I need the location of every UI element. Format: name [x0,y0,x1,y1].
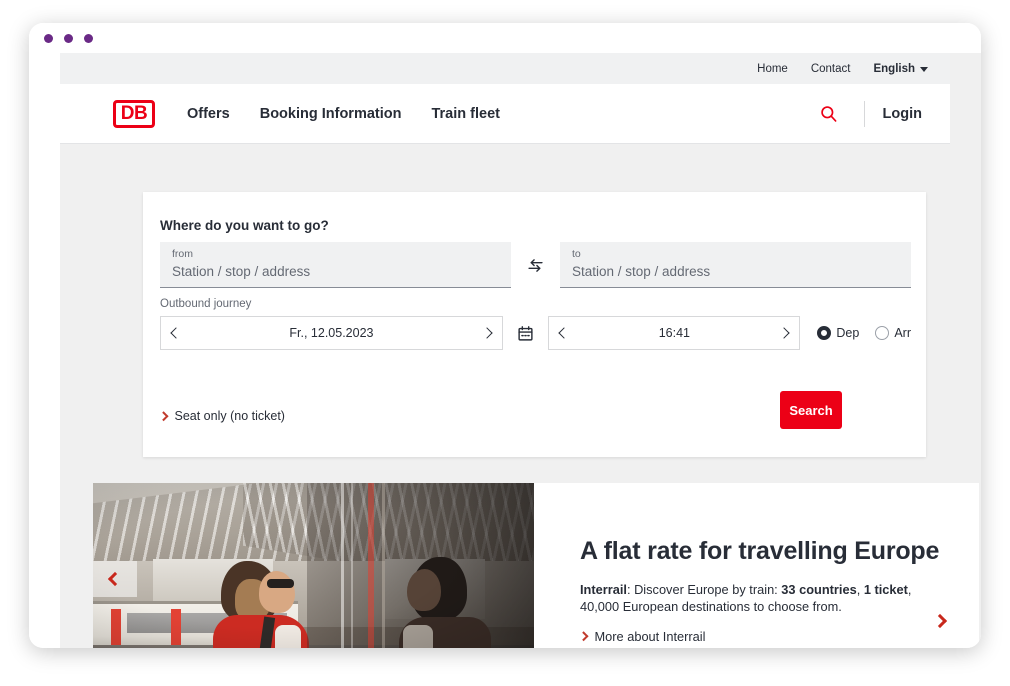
outbound-journey-label: Outbound journey [160,298,252,310]
card-title: Where do you want to go? [160,218,329,233]
radio-dep-mark[interactable] [817,326,832,340]
radio-dep[interactable]: Dep [817,326,859,340]
dep-arr-radio-group: Dep Arr [817,326,911,340]
nav-link-offers[interactable]: Offers [187,106,230,122]
radio-arr-mark[interactable] [875,326,890,340]
main-nav-links: Offers Booking Information Train fleet [187,106,500,122]
screenshot-root: Home Contact English DB Offers Booking I… [0,0,1010,686]
promo-bold-ticket: 1 ticket [863,582,908,597]
utility-link-contact[interactable]: Contact [811,63,851,75]
from-field[interactable]: from Station / stop / address [160,242,511,288]
language-selector[interactable]: English [873,63,928,75]
promo-body: Interrail: Discover Europe by train: 33 … [580,581,915,615]
journey-search-card: Where do you want to go? from Station / … [143,192,926,457]
origin-destination-row: from Station / stop / address to Station… [160,242,911,288]
radio-dep-label: Dep [836,326,860,340]
seat-only-label: Seat only (no ticket) [174,409,285,423]
browser-window: Home Contact English DB Offers Booking I… [29,23,981,648]
chevron-left-icon [107,571,123,587]
date-stepper[interactable]: Fr., 12.05.2023 [160,316,503,350]
main-nav: DB Offers Booking Information Train flee… [60,84,950,144]
chevron-down-icon [920,66,928,72]
promo-link-label: More about Interrail [594,629,706,644]
main-nav-right: Login [812,97,950,131]
window-minimize-dot[interactable] [64,34,73,43]
nav-link-booking-information[interactable]: Booking Information [260,106,402,122]
time-stepper[interactable]: 16:41 [548,316,801,350]
photo-vignette [93,483,534,648]
window-controls[interactable] [44,34,93,43]
window-close-dot[interactable] [44,34,53,43]
page-viewport: Home Contact English DB Offers Booking I… [29,53,981,648]
date-time-row: Fr., 12.05.2023 16:41 Dep Arr [160,316,911,350]
language-label: English [873,62,915,75]
radio-arr-label: Arr [894,326,912,340]
from-label: from [172,248,193,260]
promo-more-link[interactable]: More about Interrail [578,629,979,644]
search-button[interactable]: Search [780,391,842,429]
promo-content: A flat rate for travelling Europe Interr… [534,483,979,648]
search-icon[interactable] [812,97,846,131]
time-value: 16:41 [658,326,690,340]
window-maximize-dot[interactable] [84,34,93,43]
swap-arrows-icon[interactable] [511,242,560,288]
db-logo[interactable]: DB [113,99,155,128]
to-input[interactable]: Station / stop / address [572,262,899,282]
chevron-right-icon [932,613,948,629]
login-button[interactable]: Login [883,106,922,122]
promo-next-button[interactable] [927,608,953,634]
promo-banner: A flat rate for travelling Europe Interr… [93,483,979,648]
promo-bold-countries: 33 countries [781,582,857,597]
promo-heading: A flat rate for travelling Europe [580,537,940,565]
date-value: Fr., 12.05.2023 [289,326,374,340]
radio-arr[interactable]: Arr [875,326,911,340]
promo-body-part1: : Discover Europe by train: [626,582,782,597]
from-input[interactable]: Station / stop / address [172,262,499,282]
chevron-right-icon [578,631,588,642]
promo-brand: Interrail [580,582,627,597]
db-website: Home Contact English DB Offers Booking I… [60,53,981,648]
utility-nav: Home Contact English [60,53,950,84]
utility-link-home[interactable]: Home [757,63,788,75]
time-next-icon[interactable] [778,327,791,339]
nav-divider [863,100,865,127]
nav-link-train-fleet[interactable]: Train fleet [431,106,500,122]
date-next-icon[interactable] [481,327,493,339]
promo-body-part2: , [856,582,864,597]
chevron-right-icon [158,411,168,421]
window-titlebar [29,23,981,53]
calendar-icon[interactable] [503,316,548,350]
promo-prev-button[interactable] [93,561,137,597]
promo-image [93,483,534,648]
seat-only-link[interactable]: Seat only (no ticket) [158,409,285,423]
to-label: to [572,248,581,260]
to-field[interactable]: to Station / stop / address [560,242,911,288]
